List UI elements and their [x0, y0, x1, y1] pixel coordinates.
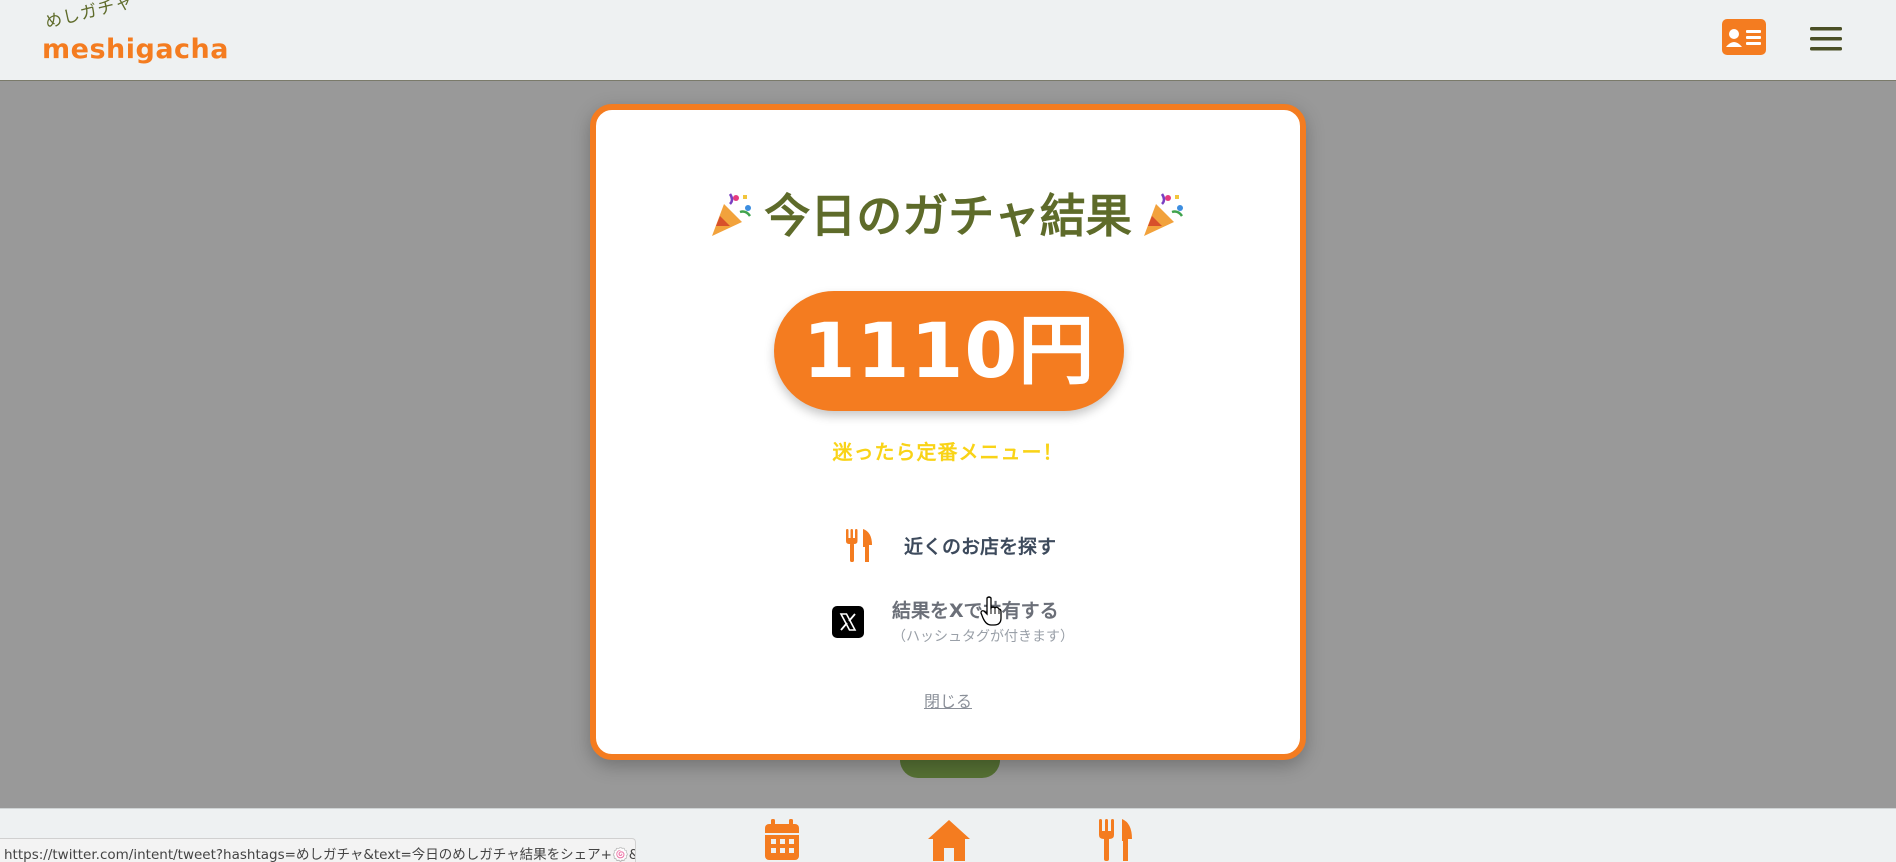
modal-title: 今日のガチャ結果 — [596, 180, 1300, 246]
profile-card-button[interactable] — [1722, 19, 1766, 55]
share-on-x-button[interactable]: 結果をXで共有する （ハッシュタグが付きます） — [832, 596, 1102, 652]
hamburger-menu-icon — [1810, 27, 1842, 51]
status-bar-url: https://twitter.com/intent/tweet?hashtag… — [0, 838, 636, 862]
nav-calendar[interactable] — [762, 817, 802, 861]
nav-restaurants[interactable] — [1096, 817, 1136, 861]
party-popper-icon — [1143, 193, 1183, 236]
logo[interactable]: めしガチャ meshigacha — [40, 0, 229, 70]
share-hashtag-note: （ハッシュタグが付きます） — [892, 629, 1074, 645]
id-card-icon — [1722, 19, 1766, 55]
modal-title-text: 今日のガチャ結果 — [764, 189, 1132, 243]
find-nearby-restaurants-button[interactable]: 近くのお店を探す — [844, 526, 1074, 566]
home-icon — [928, 820, 970, 861]
nav-home[interactable] — [926, 817, 972, 861]
fork-knife-icon — [846, 529, 872, 562]
result-modal: 今日のガチャ結果 1110円 迷ったら定番メニュー！ 近くのお店を探す 結果をX… — [590, 104, 1306, 760]
price-result: 1110円 — [774, 291, 1124, 411]
result-tagline: 迷ったら定番メニュー！ — [832, 440, 1064, 464]
find-nearby-label: 近くのお店を探す — [904, 536, 1057, 558]
fork-knife-icon — [1099, 819, 1132, 861]
calendar-icon — [765, 819, 799, 860]
close-link[interactable]: 閉じる — [596, 688, 1300, 712]
app-header: めしガチャ meshigacha — [0, 0, 1896, 81]
menu-button[interactable] — [1806, 22, 1846, 56]
share-label: 結果をXで共有する — [892, 600, 1059, 622]
logo-subtitle: めしガチャ — [43, 0, 136, 33]
logo-wordmark: meshigacha — [42, 34, 229, 65]
x-logo-icon — [832, 606, 864, 638]
party-popper-icon — [712, 193, 752, 236]
